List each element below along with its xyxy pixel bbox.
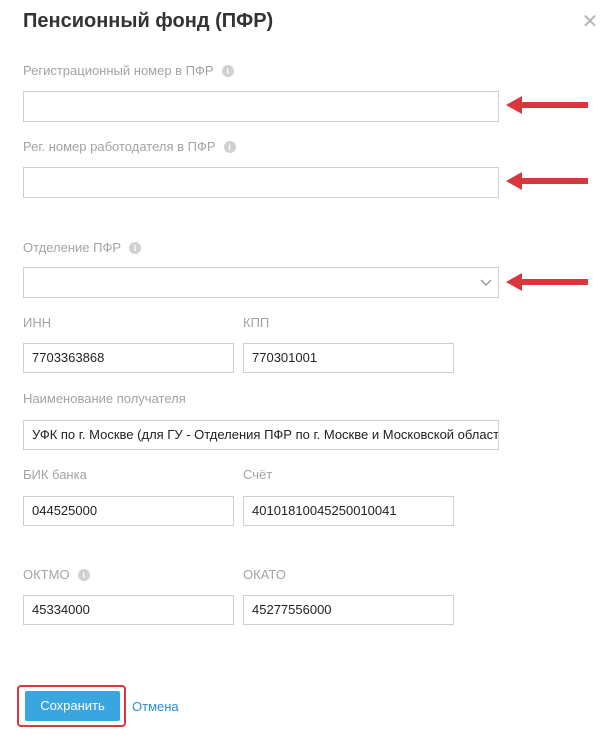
oktmo-input[interactable]: 45334000 (23, 595, 234, 625)
info-icon[interactable]: i (221, 65, 234, 77)
inn-input[interactable]: 7703363868 (23, 343, 234, 373)
recipient-name-label: Наименование получателя (23, 391, 186, 406)
employer-reg-number-label: Рег. номер работодателя в ПФР i (23, 139, 236, 154)
info-icon[interactable]: i (223, 141, 236, 153)
info-icon[interactable]: i (77, 569, 90, 581)
pfr-branch-select[interactable] (23, 267, 499, 298)
save-button[interactable]: Сохранить (25, 691, 120, 721)
close-icon[interactable]: ✕ (580, 12, 600, 32)
okato-label: ОКАТО (243, 567, 286, 582)
recipient-name-input[interactable]: УФК по г. Москве (для ГУ - Отделения ПФР… (23, 420, 499, 450)
red-arrow-annotation (506, 96, 588, 114)
reg-number-pfr-label-text: Регистрационный номер в ПФР (23, 63, 214, 78)
employer-reg-number-label-text: Рег. номер работодателя в ПФР (23, 139, 216, 154)
oktmo-label-text: ОКТМО (23, 567, 70, 582)
account-input[interactable]: 40101810045250010041 (243, 496, 454, 526)
red-arrow-annotation (506, 273, 588, 291)
cancel-link[interactable]: Отмена (132, 699, 179, 714)
chevron-down-icon (480, 279, 492, 287)
account-label: Счёт (243, 467, 273, 482)
inn-label: ИНН (23, 315, 52, 330)
bik-input[interactable]: 044525000 (23, 496, 234, 526)
pfr-branch-label-text: Отделение ПФР (23, 240, 122, 255)
kpp-input[interactable]: 770301001 (243, 343, 454, 373)
okato-input[interactable]: 45277556000 (243, 595, 454, 625)
employer-reg-number-input[interactable] (23, 167, 499, 198)
oktmo-label: ОКТМО i (23, 567, 90, 582)
bik-label: БИК банка (23, 467, 87, 482)
reg-number-pfr-input[interactable] (23, 91, 499, 122)
page-title: Пенсионный фонд (ПФР) (23, 10, 274, 32)
reg-number-pfr-label: Регистрационный номер в ПФР i (23, 63, 234, 78)
pfr-branch-label: Отделение ПФР i (23, 240, 142, 255)
red-arrow-annotation (506, 172, 588, 190)
kpp-label: КПП (243, 315, 270, 330)
info-icon[interactable]: i (129, 242, 142, 254)
